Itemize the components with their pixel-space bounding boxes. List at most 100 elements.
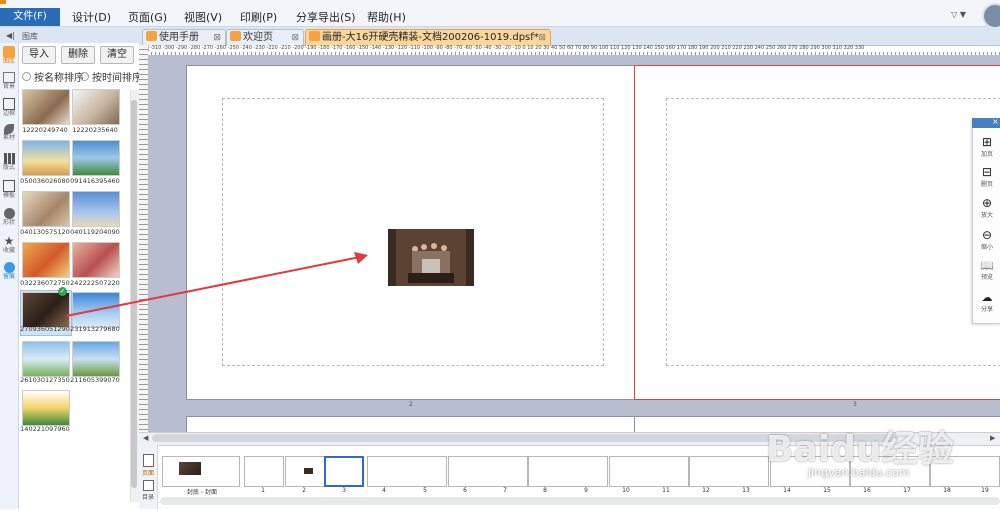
grid-icon xyxy=(3,153,15,164)
photo-floor xyxy=(408,273,454,283)
close-icon[interactable]: ⊠ xyxy=(291,30,299,46)
menu-view[interactable]: 视图(V) xyxy=(184,10,222,26)
sort-by-time[interactable]: 按时间排序 xyxy=(80,69,142,84)
preview-button[interactable]: 📖 预览 xyxy=(974,259,1000,281)
arrow-head xyxy=(354,252,368,264)
gallery-thumb[interactable] xyxy=(72,191,120,227)
film-thumb-spread[interactable] xyxy=(528,456,608,487)
film-thumb-spread[interactable] xyxy=(367,456,447,487)
menu-design[interactable]: 设计(D) xyxy=(72,10,111,26)
film-thumb-spread[interactable] xyxy=(609,456,689,487)
delete-button[interactable]: 删除 xyxy=(61,46,95,64)
radio-icon[interactable] xyxy=(22,72,31,81)
gallery-thumb[interactable] xyxy=(22,191,70,227)
zoom-out-button[interactable]: ⊖ 缩小 xyxy=(974,228,1000,251)
gallery-thumb[interactable] xyxy=(72,140,120,176)
film-label: 5 xyxy=(423,487,427,494)
add-page-icon: ⊞ xyxy=(981,135,993,149)
menu-print[interactable]: 印刷(P) xyxy=(240,10,277,26)
close-icon[interactable]: ⊠ xyxy=(213,30,221,46)
sort-by-name[interactable]: 按名称排序 xyxy=(22,69,84,84)
menu-help[interactable]: 帮助(H) xyxy=(367,10,406,26)
toc-icon xyxy=(142,480,154,491)
app-icon xyxy=(0,0,6,4)
menu-page[interactable]: 页面(G) xyxy=(128,10,167,26)
menu-file[interactable]: 文件(F) xyxy=(0,8,60,26)
gallery-thumb[interactable] xyxy=(72,341,120,377)
drag-arrow xyxy=(65,252,368,317)
leaf-icon xyxy=(4,124,14,134)
placed-photo[interactable] xyxy=(388,229,474,286)
zoom-out-icon: ⊖ xyxy=(981,228,993,242)
gallery-thumb[interactable] xyxy=(22,140,70,176)
scroll-right-icon[interactable]: ▶ xyxy=(990,434,995,442)
watermark-url: jingyan.baidu.com xyxy=(808,466,910,479)
film-label: 6 xyxy=(463,487,467,494)
film-label: 3 xyxy=(342,487,346,494)
import-button[interactable]: 导入 xyxy=(22,46,56,64)
film-thumb-spread[interactable] xyxy=(448,456,528,487)
zoom-in-button[interactable]: ⊕ 放大 xyxy=(974,196,1000,219)
page-number-left: 2 xyxy=(409,401,413,408)
film-label: 15 xyxy=(823,487,831,494)
film-label: 7 xyxy=(503,487,507,494)
seated-couple xyxy=(422,259,440,275)
arrow-line xyxy=(65,256,361,317)
document-icon xyxy=(230,31,241,41)
rail-shape[interactable]: 形状 xyxy=(1,208,17,227)
film-label: 16 xyxy=(863,487,871,494)
filmstrip-scrollbar[interactable] xyxy=(160,497,1000,505)
rail-traces[interactable]: 留痕 xyxy=(1,262,17,281)
film-thumb-spread[interactable] xyxy=(689,456,769,487)
filmstrip-pages-tab[interactable]: 页面 xyxy=(141,454,155,478)
delete-page-button[interactable]: ⊟ 删页 xyxy=(974,165,1000,188)
gallery-thumb-label: 270936051290 xyxy=(20,325,70,333)
rail-gallery[interactable]: 图库 xyxy=(1,46,17,66)
rail-layout[interactable]: 版式 xyxy=(1,153,17,172)
star-icon: ★ xyxy=(3,234,15,248)
tab-manual[interactable]: 使用手册 ⊠ xyxy=(142,29,226,46)
radio-icon[interactable] xyxy=(80,72,89,81)
gallery-thumb[interactable] xyxy=(22,341,70,377)
gallery-thumb-selected[interactable] xyxy=(22,292,70,328)
document-icon xyxy=(146,31,157,41)
tab-welcome[interactable]: 欢迎页 ⊠ xyxy=(226,29,304,46)
page-icon xyxy=(142,454,154,467)
menu-share-export[interactable]: 分享导出(S) xyxy=(296,10,356,26)
close-icon[interactable]: ⊠ xyxy=(538,30,546,46)
film-thumb-page[interactable] xyxy=(244,456,284,487)
film-thumb-page[interactable] xyxy=(285,456,325,487)
gallery-icon xyxy=(3,46,15,58)
gallery-thumb[interactable] xyxy=(22,390,70,426)
rail-material[interactable]: 素材 xyxy=(1,124,17,142)
film-label: 13 xyxy=(742,487,750,494)
film-label: 12 xyxy=(702,487,710,494)
tab-label: 画册-大16开硬壳精装-文档200206-1019.dpsf* xyxy=(322,32,539,43)
safe-area-right xyxy=(666,98,1000,366)
tab-label: 欢迎页 xyxy=(243,32,273,43)
film-thumb-cover[interactable] xyxy=(162,456,240,487)
gallery-thumb[interactable] xyxy=(22,242,70,278)
add-page-button[interactable]: ⊞ 加页 xyxy=(974,135,1000,158)
scroll-left-icon[interactable]: ◀ xyxy=(143,434,148,442)
gallery-thumb[interactable] xyxy=(22,89,70,125)
gallery-thumb-label: 040130575120 xyxy=(20,228,70,236)
background-icon xyxy=(3,72,15,83)
zoom-in-icon: ⊕ xyxy=(981,196,993,210)
rail-border[interactable]: 边框 xyxy=(1,98,17,118)
film-thumb-page-selected[interactable] xyxy=(324,456,364,487)
window-controls[interactable]: ▽ ▼ xyxy=(951,10,966,19)
film-label: 4 xyxy=(382,487,386,494)
filmstrip-toc-tab[interactable]: 目录 xyxy=(141,480,155,502)
close-icon[interactable]: × xyxy=(992,117,999,126)
tab-document[interactable]: 画册-大16开硬壳精装-文档200206-1019.dpsf* ⊠ xyxy=(305,29,551,46)
rail-background[interactable]: 背景 xyxy=(1,72,17,91)
rail-favorites[interactable]: ★ 收藏 xyxy=(1,235,17,255)
gallery-thumb[interactable] xyxy=(72,89,120,125)
clear-button[interactable]: 清空 xyxy=(100,46,134,64)
gallery-thumb-label: 12220235640 xyxy=(72,126,118,134)
rail-template[interactable]: 模板 xyxy=(1,180,17,200)
film-label: 2 xyxy=(302,487,306,494)
share-button[interactable]: ☁ 分享 xyxy=(974,291,1000,313)
collapse-panel-icon[interactable]: ◀| xyxy=(6,31,15,40)
